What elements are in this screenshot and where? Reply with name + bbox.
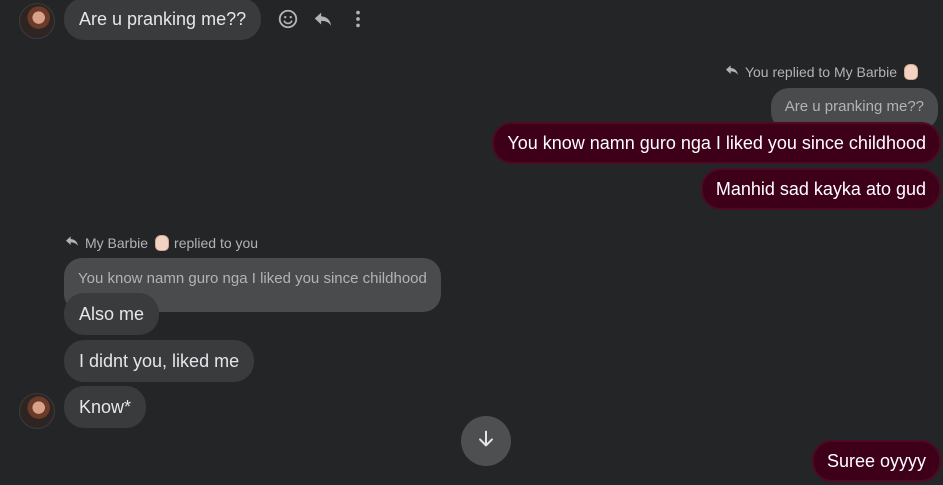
- contact-avatar[interactable]: [19, 393, 55, 429]
- message-bubble-incoming[interactable]: I didnt you, liked me: [64, 340, 255, 382]
- smiley-icon[interactable]: [276, 7, 300, 31]
- message-bubble-incoming[interactable]: Also me: [64, 293, 160, 335]
- message-text: I didnt you, liked me: [79, 351, 240, 371]
- message-text: Are u pranking me??: [79, 9, 247, 29]
- reply-context-incoming: My Barbie replied to you: [64, 233, 258, 252]
- arrow-down-icon: [475, 428, 497, 455]
- scroll-to-bottom-button[interactable]: [461, 416, 511, 466]
- pinching-hand-emoji: [904, 63, 918, 80]
- reply-arrow-icon: [724, 62, 740, 81]
- quoted-text: Are u pranking me??: [784, 98, 924, 115]
- contact-avatar[interactable]: [19, 3, 55, 39]
- message-text: Manhid sad kayka ato gud: [715, 179, 926, 199]
- message-text: Also me: [79, 304, 145, 324]
- quoted-text: You know namn guro nga I liked you since…: [78, 270, 427, 287]
- message-text: You know namn guro nga I liked you since…: [507, 133, 926, 153]
- message-bubble-outgoing[interactable]: Suree oyyyy: [811, 440, 941, 482]
- more-vertical-icon[interactable]: [346, 7, 370, 31]
- reply-arrow-icon: [64, 233, 80, 252]
- pinching-hand-emoji: [155, 234, 170, 251]
- message-bubble-outgoing[interactable]: Manhid sad kayka ato gud: [700, 168, 941, 210]
- reply-context-text: You replied to My Barbie: [744, 63, 897, 80]
- message-bubble-outgoing[interactable]: You know namn guro nga I liked you since…: [492, 122, 941, 164]
- reply-context-name: My Barbie: [85, 234, 149, 251]
- message-text: Know*: [79, 397, 132, 417]
- reply-icon[interactable]: [311, 7, 335, 31]
- reply-context-outgoing: You replied to My Barbie: [724, 62, 918, 81]
- reply-context-suffix: replied to you: [174, 234, 259, 251]
- message-bubble-incoming[interactable]: Know*: [64, 386, 147, 428]
- message-text: Suree oyyyy: [826, 451, 926, 471]
- message-bubble-incoming[interactable]: Are u pranking me??: [64, 0, 262, 40]
